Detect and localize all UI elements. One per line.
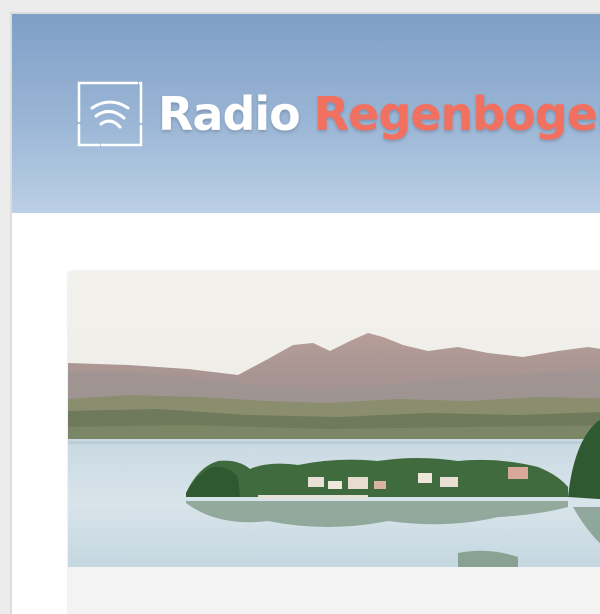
main-content xyxy=(12,213,600,614)
site-title-word-radio: Radio xyxy=(158,87,301,141)
site-header: Radio Regenbogen xyxy=(12,14,600,213)
page-frame: Radio Regenbogen xyxy=(10,12,600,614)
radio-waves-icon xyxy=(77,81,143,147)
site-title: Radio Regenbogen xyxy=(158,87,600,141)
home-logo-link[interactable]: Radio Regenbogen xyxy=(76,80,600,148)
lake-landscape-image xyxy=(68,271,600,567)
hero-card[interactable] xyxy=(68,271,600,614)
site-title-word-regenbogen: Regenbogen xyxy=(313,87,600,141)
